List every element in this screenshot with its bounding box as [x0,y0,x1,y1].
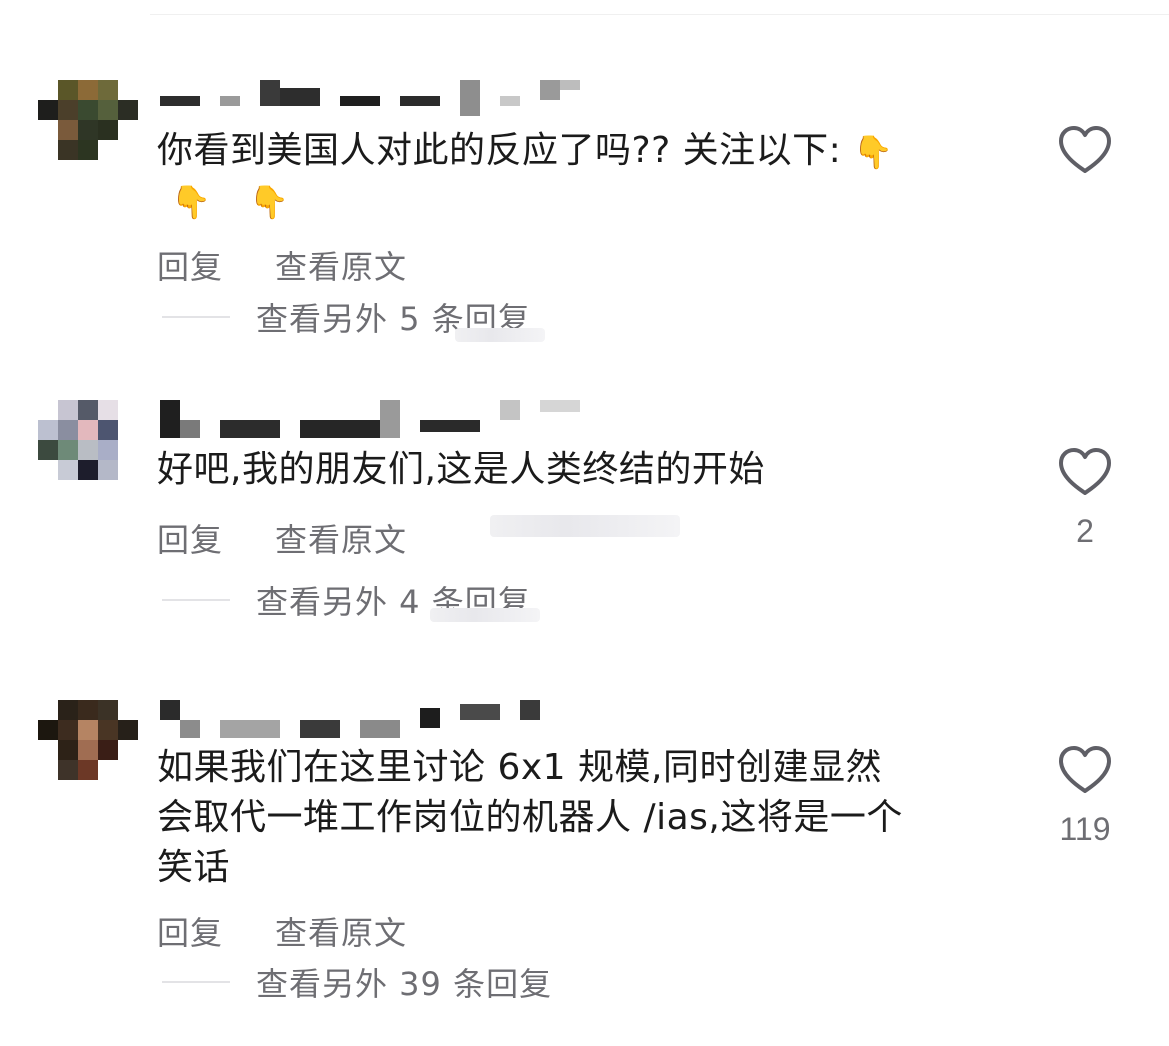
heart-outline-icon[interactable] [1057,745,1113,795]
more-replies[interactable]: 查看另外 39 条回复 [162,959,552,1005]
reply-button[interactable]: 回复 [157,908,223,954]
view-original-button[interactable]: 查看原文 [275,908,407,954]
comment-item: 如果我们在这里讨论 6x1 规模,同时创建显然 会取代一堆工作岗位的机器人 /i… [0,0,1169,1046]
avatar[interactable] [38,700,138,800]
username-redacted[interactable] [160,700,590,738]
comment-text: 如果我们在这里讨论 6x1 规模,同时创建显然 会取代一堆工作岗位的机器人 /i… [157,743,1017,893]
like-count: 119 [1059,811,1111,847]
replies-divider-line [162,981,230,983]
comment-text-content: 如果我们在这里讨论 6x1 规模,同时创建显然 会取代一堆工作岗位的机器人 /i… [157,747,903,888]
more-replies-label[interactable]: 查看另外 39 条回复 [256,959,552,1005]
like-control[interactable]: 119 [1052,745,1118,848]
comment-actions: 回复 查看原文 [157,908,459,954]
